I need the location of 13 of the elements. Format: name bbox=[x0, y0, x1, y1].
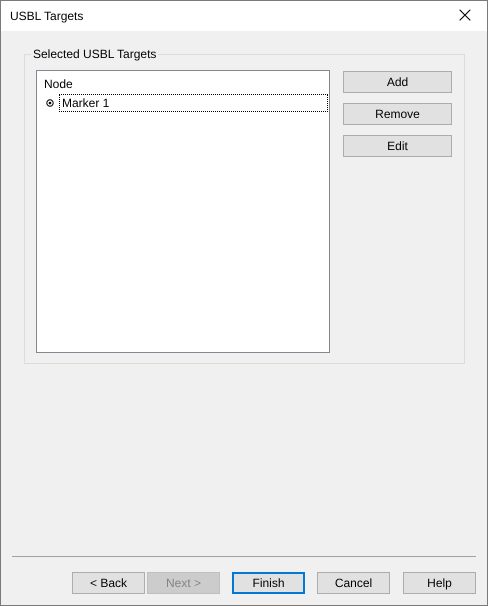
action-button[interactable]: Add bbox=[343, 71, 452, 93]
action-button[interactable]: Remove bbox=[343, 103, 452, 125]
wizard-button[interactable]: Cancel bbox=[317, 572, 390, 594]
wizard-button[interactable]: Finish bbox=[232, 572, 305, 594]
wizard-button[interactable]: < Back bbox=[72, 572, 145, 594]
target-icon bbox=[46, 99, 54, 107]
action-button[interactable]: Edit bbox=[343, 135, 452, 157]
wizard-button[interactable]: Help bbox=[403, 572, 476, 594]
column-header: Node bbox=[44, 77, 74, 91]
list-item[interactable]: Marker 1 bbox=[59, 94, 328, 112]
group-title: Selected USBL Targets bbox=[31, 47, 158, 61]
window-title: USBL Targets bbox=[10, 9, 84, 23]
close-button[interactable]: × bbox=[443, 1, 487, 31]
